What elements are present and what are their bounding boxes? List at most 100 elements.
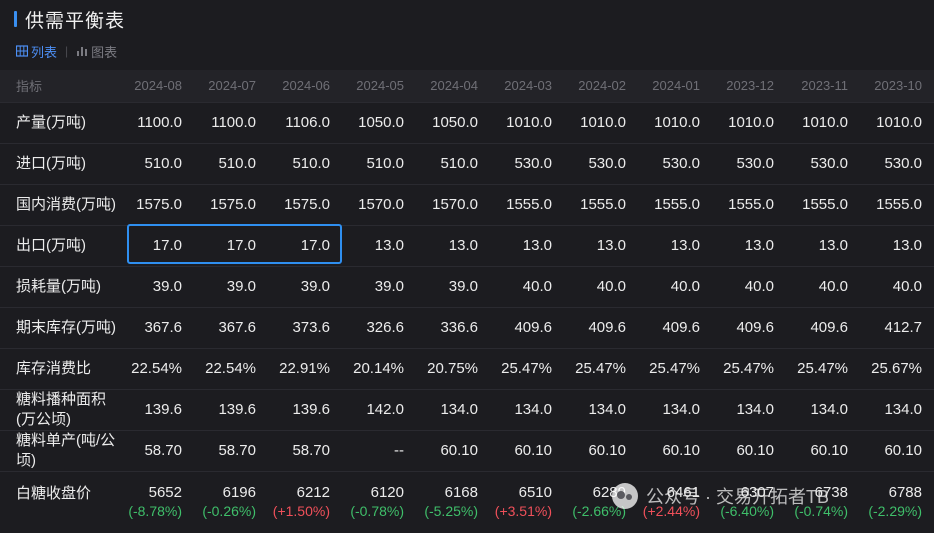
table-cell: 134.0 <box>490 388 564 430</box>
table-cell: 5652 (-8.78%) <box>120 470 194 529</box>
table-cell: 6307 (-6.40%) <box>712 470 786 529</box>
table-cell: 409.6 <box>638 306 712 348</box>
table-row: 进口(万吨) 510.0 510.0 510.0 510.0 510.0 530.0 530.… <box>0 142 934 184</box>
column-header: 2023-12 <box>712 70 786 102</box>
table-cell: 60.10 <box>638 429 712 471</box>
title-accent-bar <box>14 11 17 27</box>
table-cell: 13.0 <box>712 224 786 266</box>
price-value: 6738 <box>814 483 848 501</box>
price-value: 6788 <box>888 483 922 501</box>
table-cell: 58.70 <box>120 429 194 471</box>
table-cell: 139.6 <box>120 388 194 430</box>
table-cell: 134.0 <box>416 388 490 430</box>
table-cell: 412.7 <box>860 306 934 348</box>
table-cell: 39.0 <box>120 265 194 307</box>
table-cell: 6120 (-0.78%) <box>342 470 416 529</box>
table-cell: 1575.0 <box>268 183 342 225</box>
table-cell: 22.91% <box>268 347 342 389</box>
table-row: 产量(万吨) 1100.0 1100.0 1106.0 1050.0 1050.0 1010… <box>0 101 934 143</box>
table-cell: 39.0 <box>268 265 342 307</box>
column-header: 2024-03 <box>490 70 564 102</box>
table-cell: 25.47% <box>712 347 786 389</box>
table-cell: 17.0 <box>268 224 342 266</box>
table-cell: 530.0 <box>638 142 712 184</box>
table-row: 库存消费比 22.54% 22.54% 22.91% 20.14% 20.75% 25.47… <box>0 347 934 389</box>
column-header: 指标 <box>0 70 120 102</box>
table-cell: 1010.0 <box>490 101 564 143</box>
table-cell: 6510 (+3.51%) <box>490 470 564 529</box>
price-change: (-5.25%) <box>424 502 478 519</box>
table-cell: 134.0 <box>712 388 786 430</box>
row-label: 库存消费比 <box>0 347 120 389</box>
table-cell: 1575.0 <box>120 183 194 225</box>
table-cell: 1010.0 <box>786 101 860 143</box>
table-cell: 1050.0 <box>342 101 416 143</box>
table-cell: 530.0 <box>860 142 934 184</box>
row-label: 出口(万吨) <box>0 224 120 266</box>
table-cell: 60.10 <box>860 429 934 471</box>
table-row: 糖料播种面积(万公顷) 139.6 139.6 139.6 142.0 134.0 134.… <box>0 388 934 430</box>
table-cell: 6738 (-0.74%) <box>786 470 860 529</box>
table-cell: 6196 (-0.26%) <box>194 470 268 529</box>
row-label: 白糖收盘价 <box>0 470 120 529</box>
row-label: 国内消费(万吨) <box>0 183 120 225</box>
column-header: 2024-04 <box>416 70 490 102</box>
table-cell: 409.6 <box>712 306 786 348</box>
table-cell: 60.10 <box>416 429 490 471</box>
price-value: 6289 <box>592 483 626 501</box>
table-cell: 1100.0 <box>120 101 194 143</box>
table-cell: 139.6 <box>194 388 268 430</box>
table-row: 期末库存(万吨) 367.6 367.6 373.6 326.6 336.6 409.6 40… <box>0 306 934 348</box>
table-cell: 530.0 <box>564 142 638 184</box>
table-cell: 134.0 <box>786 388 860 430</box>
table-cell: 142.0 <box>342 388 416 430</box>
column-header: 2023-10 <box>860 70 934 102</box>
table-cell: 6168 (-5.25%) <box>416 470 490 529</box>
table-cell: 1010.0 <box>638 101 712 143</box>
table-cell: 25.67% <box>860 347 934 389</box>
table-cell: 409.6 <box>564 306 638 348</box>
table-cell: -- <box>342 429 416 471</box>
column-header: 2024-01 <box>638 70 712 102</box>
table-cell: 40.0 <box>638 265 712 307</box>
table-cell: 1570.0 <box>342 183 416 225</box>
row-label: 损耗量(万吨) <box>0 265 120 307</box>
table-cell: 1010.0 <box>712 101 786 143</box>
price-change: (-8.78%) <box>128 502 182 519</box>
table-cell: 1010.0 <box>564 101 638 143</box>
table-cell: 367.6 <box>120 306 194 348</box>
table-cell: 39.0 <box>342 265 416 307</box>
table-cell: 60.10 <box>564 429 638 471</box>
table-cell: 510.0 <box>268 142 342 184</box>
tab-list[interactable]: 列表 <box>16 42 57 61</box>
column-header: 2024-06 <box>268 70 342 102</box>
table-cell: 139.6 <box>268 388 342 430</box>
table-cell: 409.6 <box>786 306 860 348</box>
table-cell: 13.0 <box>638 224 712 266</box>
table-cell: 1555.0 <box>786 183 860 225</box>
table-cell: 1555.0 <box>712 183 786 225</box>
table-cell: 510.0 <box>416 142 490 184</box>
table-cell: 134.0 <box>564 388 638 430</box>
tab-chart[interactable]: 图表 <box>76 42 117 61</box>
row-label: 产量(万吨) <box>0 101 120 143</box>
table-cell: 13.0 <box>860 224 934 266</box>
row-label: 糖料播种面积(万公顷) <box>0 388 120 430</box>
table-row: 损耗量(万吨) 39.0 39.0 39.0 39.0 39.0 40.0 40.0 40.0 4… <box>0 265 934 307</box>
table-cell: 58.70 <box>268 429 342 471</box>
table-cell: 40.0 <box>712 265 786 307</box>
price-value: 6510 <box>518 483 552 501</box>
table-cell: 6212 (+1.50%) <box>268 470 342 529</box>
column-header: 2023-11 <box>786 70 860 102</box>
price-change: (+2.44%) <box>642 502 700 519</box>
table-cell: 1010.0 <box>860 101 934 143</box>
table-cell: 1555.0 <box>638 183 712 225</box>
column-header: 2024-07 <box>194 70 268 102</box>
price-change: (-0.26%) <box>202 502 256 519</box>
table-cell: 326.6 <box>342 306 416 348</box>
price-change: (-2.66%) <box>572 502 626 519</box>
tab-chart-label: 图表 <box>91 44 118 60</box>
price-value: 6196 <box>222 483 256 501</box>
table-cell: 60.10 <box>490 429 564 471</box>
table-cell: 1570.0 <box>416 183 490 225</box>
